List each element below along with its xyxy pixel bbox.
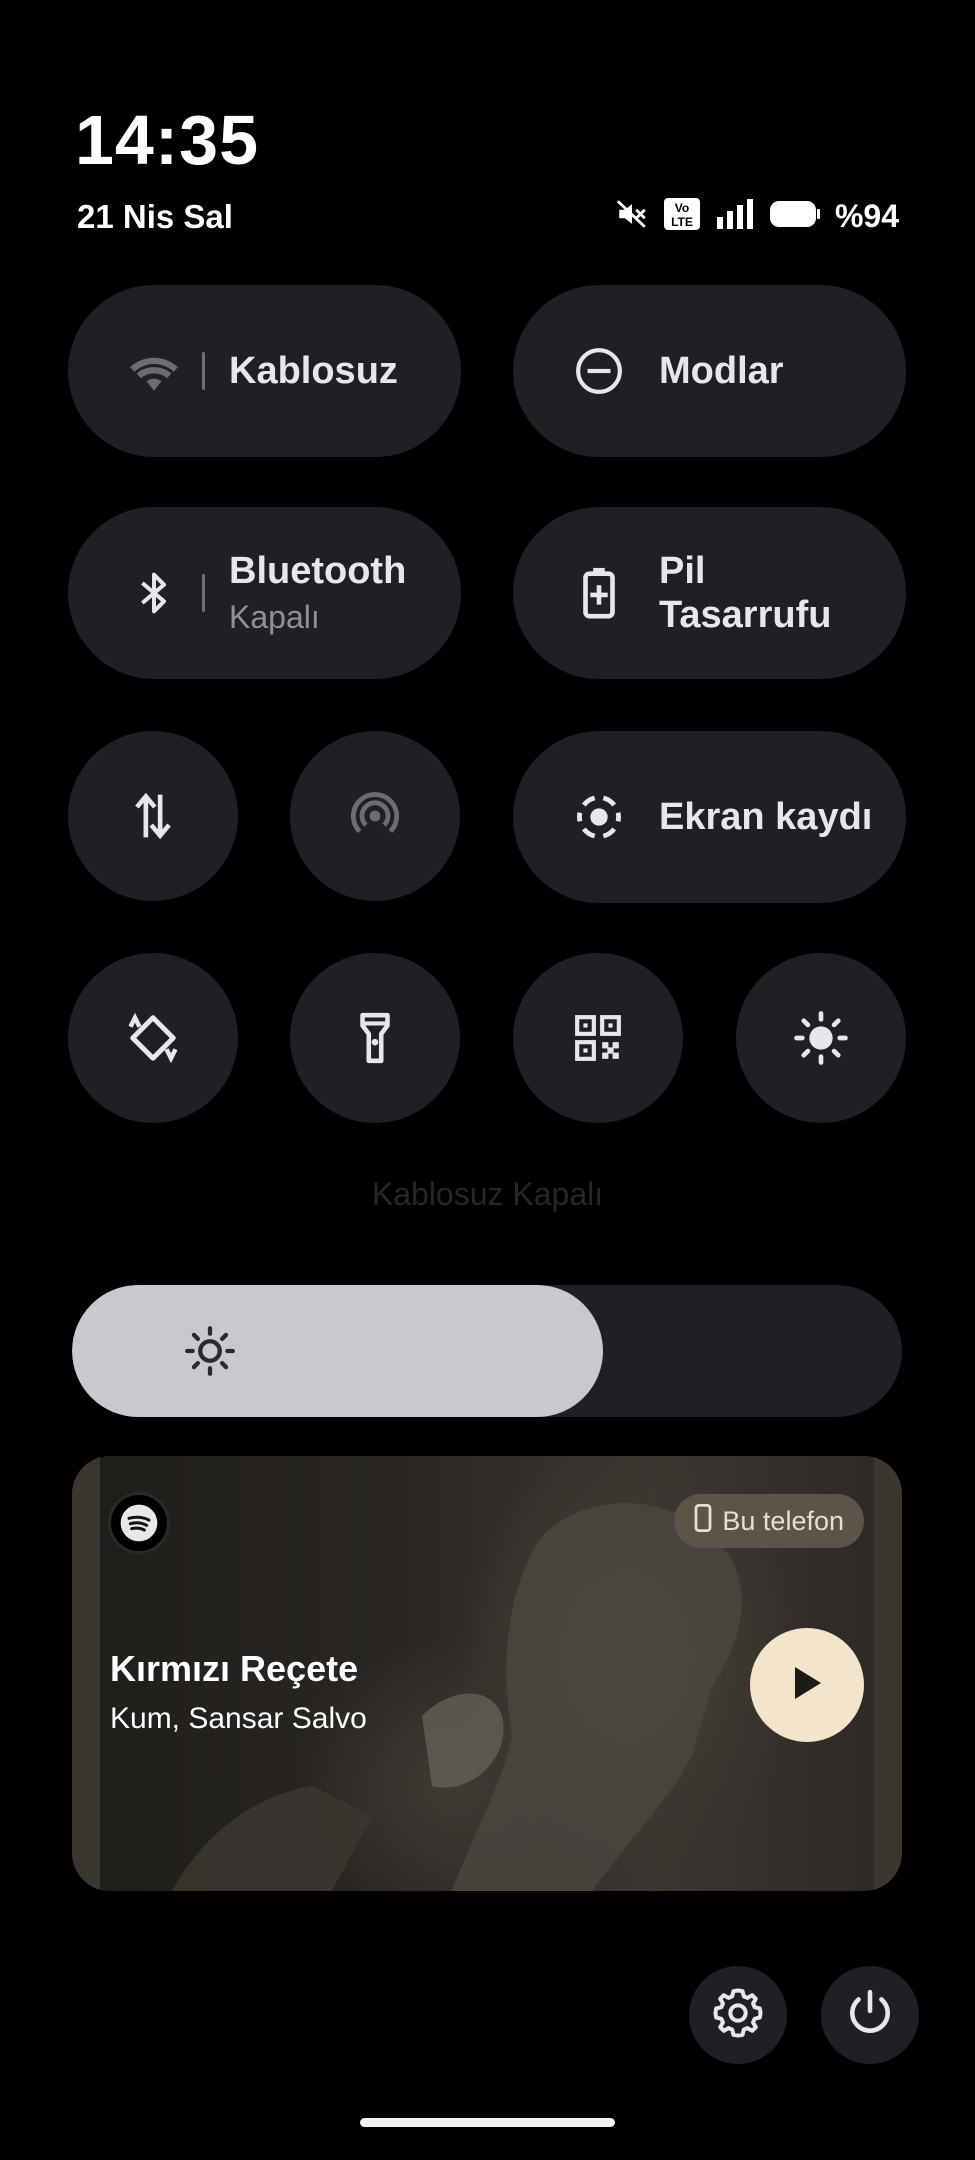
song-title: Kırmızı Reçete [110,1648,359,1689]
sun-icon [184,1325,236,1382]
power-icon [845,1988,895,2043]
do-not-disturb-icon [569,341,629,401]
phone-icon [694,1503,712,1539]
volte-icon: Vo LTE [663,197,701,236]
tile-battery-saver-label-2: Tasarrufu [659,594,832,636]
battery-plus-icon [569,563,629,623]
play-icon [789,1663,825,1708]
output-device-label: Bu telefon [722,1505,844,1536]
tile-wifi[interactable]: Kablosuz [68,285,461,457]
settings-button[interactable] [689,1966,787,2064]
status-icons: Vo LTE %94 [615,196,899,236]
tile-divider [202,574,205,612]
signal-icon [715,197,755,236]
wifi-status-tip: Kablosuz Kapalı [371,1176,604,1212]
brightness-slider[interactable] [72,1285,902,1417]
home-indicator[interactable] [360,2118,615,2127]
tile-mobile-data[interactable] [68,731,238,901]
tile-divider [202,352,205,390]
wifi-icon [124,341,184,401]
tile-qr-scanner[interactable] [513,953,683,1123]
tile-battery-saver-label-1: Pil [659,550,706,592]
brightness-icon [791,1008,851,1068]
battery-percent: %94 [834,197,899,234]
tile-auto-rotate[interactable] [68,953,238,1123]
mute-icon [615,197,649,236]
media-player-card[interactable]: Bu telefon Kırmızı Reçete Kum, Sansar Sa… [72,1456,902,1891]
brightness-slider-fill[interactable] [72,1285,603,1417]
tile-bluetooth-text: Bluetooth Kapalı [229,549,406,637]
tile-bluetooth[interactable]: Bluetooth Kapalı [68,507,461,679]
hotspot-icon [345,786,405,846]
data-arrows-icon [123,786,183,846]
qr-code-icon [568,1008,628,1068]
tile-modes[interactable]: Modlar [513,285,906,457]
power-button[interactable] [821,1966,919,2064]
volte-text-top: Vo [675,201,689,215]
output-device-chip[interactable]: Bu telefon [674,1494,864,1548]
spotify-icon[interactable] [108,1492,170,1554]
flashlight-icon [345,1008,405,1068]
tile-bluetooth-state: Kapalı [229,599,320,635]
song-artist: Kum, Sansar Salvo [110,1702,367,1735]
tile-screen-record-label: Ekran kaydı [659,796,873,838]
tile-brightness-mode[interactable] [736,953,906,1123]
volte-text-bottom: LTE [671,215,693,229]
tile-screen-record[interactable]: Ekran kaydı [513,731,906,903]
date-label[interactable]: 21 Nis Sal [77,198,233,236]
battery-icon [769,199,821,234]
bluetooth-icon [124,563,184,623]
tile-battery-saver-text: Pil Tasarrufu [659,549,831,637]
tile-flashlight[interactable] [290,953,460,1123]
clock-time[interactable]: 14:35 [75,100,259,180]
tile-hotspot[interactable] [290,731,460,901]
tile-modes-label: Modlar [659,350,784,392]
tile-battery-saver[interactable]: Pil Tasarrufu [513,507,906,679]
gear-icon [711,1986,765,2045]
rotate-icon [123,1008,183,1068]
tile-bluetooth-label: Bluetooth [229,550,407,592]
screen-record-icon [569,787,629,847]
tile-wifi-label: Kablosuz [229,350,398,392]
play-button[interactable] [750,1628,864,1742]
